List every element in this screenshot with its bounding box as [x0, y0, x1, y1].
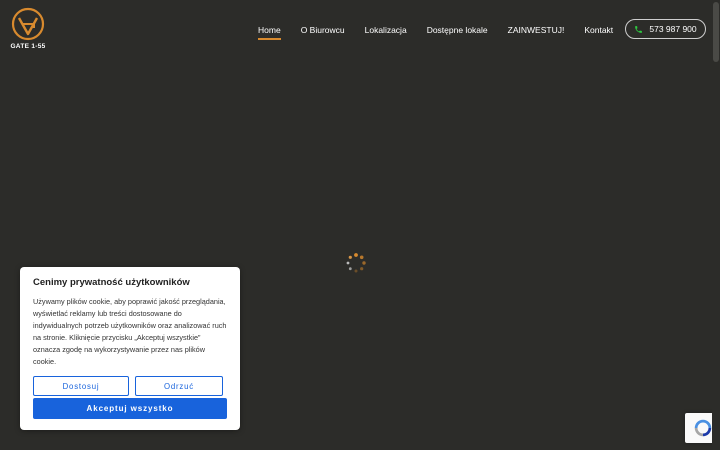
recaptcha-icon: [694, 419, 711, 437]
cookie-title: Cenimy prywatność użytkowników: [33, 277, 190, 288]
gate-logo-icon: [11, 7, 45, 41]
cookie-button-row: Dostosuj Odrzuć: [33, 376, 223, 396]
customize-button[interactable]: Dostosuj: [33, 376, 129, 396]
cookie-consent-banner: Cenimy prywatność użytkowników Używamy p…: [20, 267, 240, 430]
nav-item-kontakt[interactable]: Kontakt: [584, 25, 613, 35]
page: GATE 1-55 Home O Biurowcu Lokalizacja Do…: [0, 0, 720, 450]
accept-all-button[interactable]: Akceptuj wszystko: [33, 398, 227, 419]
scrollbar-thumb[interactable]: [713, 2, 719, 62]
nav-item-o-biurowcu[interactable]: O Biurowcu: [301, 25, 345, 35]
phone-icon: [635, 25, 643, 33]
nav-item-dostepne-lokale[interactable]: Dostępne lokale: [427, 25, 488, 35]
phone-button[interactable]: 573 987 900: [625, 19, 706, 39]
cookie-text: Używamy plików cookie, aby poprawić jako…: [33, 297, 227, 366]
nav-item-zainwestuj[interactable]: ZAINWESTUJ!: [508, 25, 565, 35]
nav-item-home[interactable]: Home: [258, 25, 281, 40]
reject-button[interactable]: Odrzuć: [135, 376, 223, 396]
logo-text: GATE 1-55: [10, 43, 46, 50]
spinner-icon: [346, 253, 366, 273]
phone-number: 573 987 900: [649, 24, 697, 34]
site-logo[interactable]: GATE 1-55: [8, 7, 48, 53]
main-nav: Home O Biurowcu Lokalizacja Dostępne lok…: [258, 22, 633, 40]
page-scrollbar[interactable]: [712, 0, 720, 450]
nav-item-lokalizacja[interactable]: Lokalizacja: [365, 25, 407, 35]
